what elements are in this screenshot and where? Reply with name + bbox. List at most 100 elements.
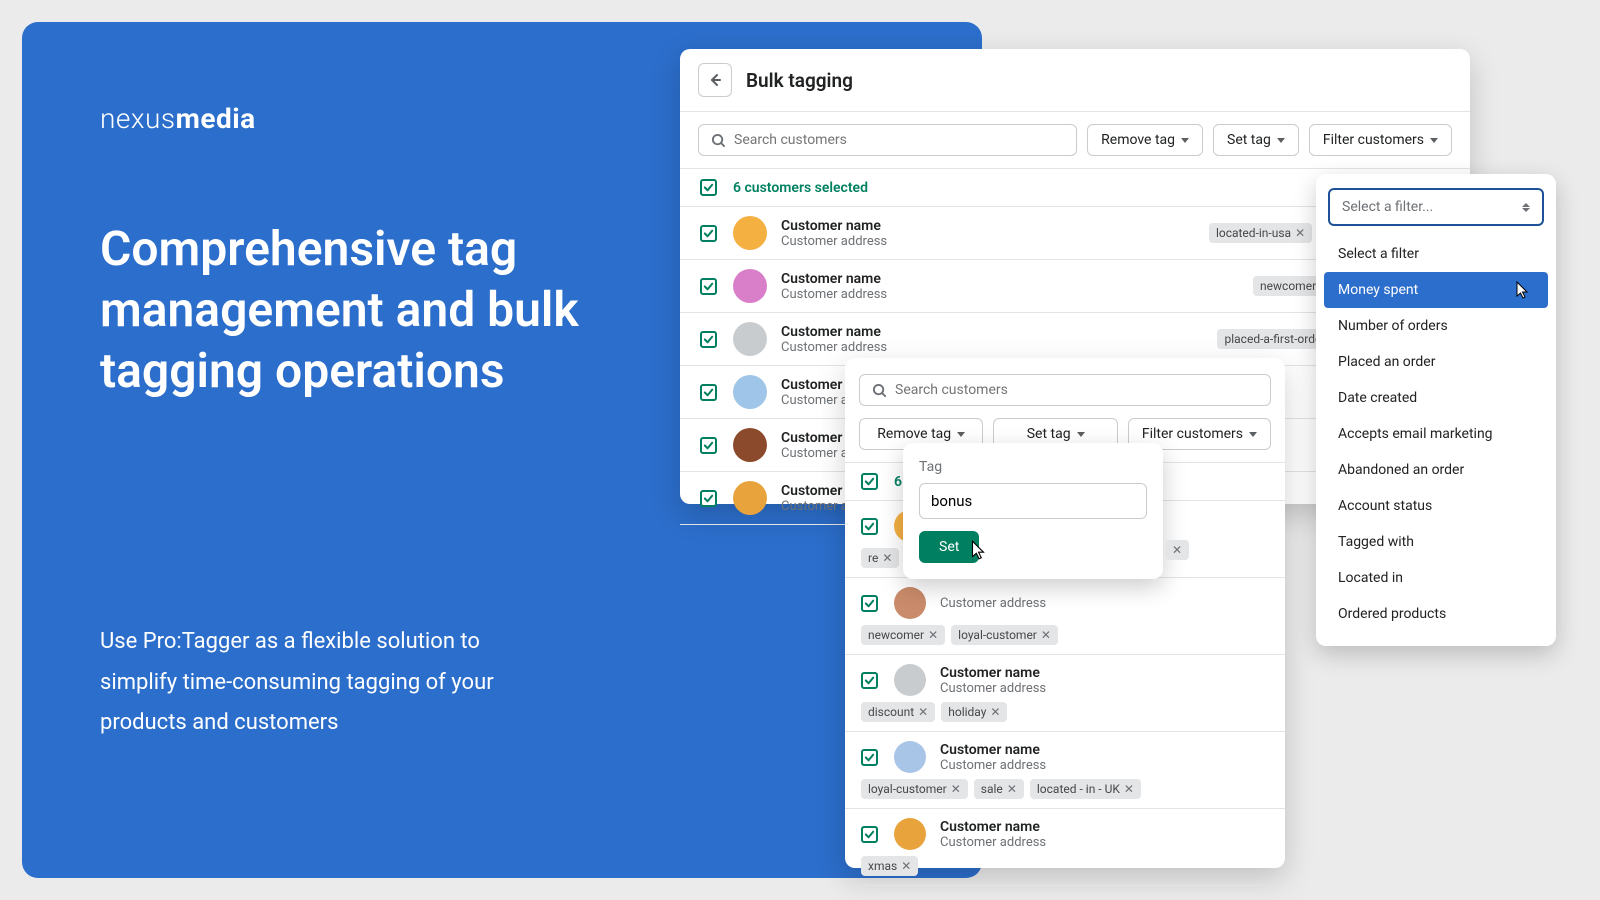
avatar — [733, 269, 767, 303]
customer-name: Customer name — [940, 665, 1269, 681]
set-button[interactable]: Set — [919, 531, 979, 563]
filter-option[interactable]: Number of orders — [1324, 308, 1548, 344]
row-checkbox[interactable] — [700, 437, 717, 454]
popover-label: Tag — [919, 459, 1147, 475]
tag-remove-icon[interactable]: ✕ — [951, 782, 961, 796]
filter-option[interactable]: Date created — [1324, 380, 1548, 416]
tag-remove-icon[interactable]: ✕ — [1041, 628, 1051, 642]
select-all-checkbox[interactable] — [861, 473, 878, 490]
filter-option[interactable]: Placed an order — [1324, 344, 1548, 380]
customer-address: Customer address — [781, 287, 1253, 302]
customer-info: Customer nameCustomer address — [940, 742, 1269, 773]
tag-remove-icon[interactable]: ✕ — [928, 628, 938, 642]
tag-remove-icon[interactable]: ✕ — [918, 705, 928, 719]
back-button[interactable] — [698, 63, 732, 97]
search-icon — [711, 133, 726, 148]
subhead: Use Pro:Tagger as a flexible solution to… — [100, 622, 560, 744]
tag-chip[interactable]: re ✕ — [861, 548, 899, 568]
set-tag-button[interactable]: Set tag — [1213, 124, 1299, 156]
row-checkbox[interactable] — [700, 225, 717, 242]
search-input[interactable] — [895, 382, 1258, 398]
row-checkbox[interactable] — [861, 826, 878, 843]
filter-customers-button[interactable]: Filter customers — [1309, 124, 1452, 156]
customer-address: Customer address — [781, 234, 1209, 249]
tag-chip[interactable]: xmas ✕ — [861, 856, 918, 876]
arrow-left-icon — [707, 72, 723, 88]
customer-address: Customer address — [940, 758, 1269, 773]
tag-chip[interactable]: sale ✕ — [974, 779, 1024, 799]
row-checkbox[interactable] — [700, 331, 717, 348]
table-row: Customer nameCustomer addressdiscount ✕h… — [845, 655, 1285, 732]
tag-remove-icon[interactable]: ✕ — [1295, 226, 1305, 240]
search-input-wrap[interactable] — [698, 124, 1077, 156]
filter-option[interactable]: Account status — [1324, 488, 1548, 524]
tag-chip[interactable]: ✕ — [1165, 540, 1189, 560]
filter-option[interactable]: Abandoned an order — [1324, 452, 1548, 488]
tag-list: newcomer ✕ loyal-customer ✕ — [861, 625, 1269, 645]
tag-chip[interactable]: loyal-customer ✕ — [951, 625, 1058, 645]
tag-remove-icon[interactable]: ✕ — [901, 859, 911, 873]
avatar — [733, 322, 767, 356]
search-input[interactable] — [734, 132, 1064, 148]
filter-option[interactable]: Located in — [1324, 560, 1548, 596]
select-all-checkbox[interactable] — [700, 179, 717, 196]
chevron-down-icon — [1181, 138, 1189, 143]
bulk-tagging-card-secondary: Remove tag Set tag Filter customers 6 c … — [845, 358, 1285, 868]
customer-info: Customer address — [940, 596, 1269, 611]
avatar — [733, 216, 767, 250]
tag-remove-icon[interactable]: ✕ — [1172, 543, 1182, 557]
row-checkbox[interactable] — [700, 384, 717, 401]
tag-chip[interactable]: loyal-customer ✕ — [861, 779, 968, 799]
filter-select[interactable]: Select a filter... — [1328, 188, 1544, 226]
tag-remove-icon[interactable]: ✕ — [1124, 782, 1134, 796]
tag-input[interactable] — [919, 483, 1147, 519]
cursor-icon — [1512, 280, 1532, 300]
table-row: Customer nameCustomer address xmas ✕ — [845, 809, 1285, 886]
filter-dropdown: Select a filter... Select a filterMoney … — [1316, 174, 1556, 646]
selection-count: 6 customers selected — [733, 180, 868, 196]
tag-list: discount ✕ holiday ✕ — [861, 702, 1269, 722]
row-checkbox[interactable] — [861, 595, 878, 612]
row-checkbox[interactable] — [700, 490, 717, 507]
tag-chip[interactable]: located-in-usa ✕ — [1209, 223, 1312, 243]
tag-remove-icon[interactable]: ✕ — [990, 705, 1000, 719]
chevron-down-icon — [957, 432, 965, 437]
remove-tag-button[interactable]: Remove tag — [1087, 124, 1203, 156]
customer-name: Customer name — [781, 218, 1209, 234]
filter-option[interactable]: Ordered products — [1324, 596, 1548, 632]
filter-option[interactable]: Accepts email marketing — [1324, 416, 1548, 452]
tag-list: loyal-customer ✕ sale ✕ located - in - UK … — [861, 779, 1269, 799]
filter-option[interactable]: Select a filter — [1324, 236, 1548, 272]
avatar — [894, 587, 926, 619]
customer-info: Customer nameCustomer address — [940, 819, 1269, 850]
tag-chip[interactable]: discount ✕ — [861, 702, 935, 722]
overflow-tag: ✕ — [1165, 540, 1189, 560]
customer-info: Customer nameCustomer address — [781, 271, 1253, 302]
row-checkbox[interactable] — [861, 672, 878, 689]
set-tag-popover: Tag Set — [903, 443, 1163, 579]
tag-chip[interactable]: holiday ✕ — [941, 702, 1007, 722]
chevron-down-icon — [1430, 138, 1438, 143]
row-checkbox[interactable] — [861, 749, 878, 766]
filter-option[interactable]: Tagged with — [1324, 524, 1548, 560]
avatar — [733, 375, 767, 409]
toolbar — [845, 358, 1285, 418]
customer-address: Customer address — [940, 596, 1269, 611]
row-checkbox[interactable] — [861, 518, 878, 535]
tag-chip[interactable]: located - in - UK ✕ — [1030, 779, 1141, 799]
avatar — [894, 741, 926, 773]
filter-option[interactable]: Money spent — [1324, 272, 1548, 308]
chevron-down-icon — [1249, 432, 1257, 437]
sort-icon — [1522, 203, 1530, 212]
search-input-wrap[interactable] — [859, 374, 1271, 406]
tag-chip[interactable]: newcomer ✕ — [861, 625, 945, 645]
tag-list: xmas ✕ — [861, 856, 1269, 876]
customer-name: Customer name — [781, 271, 1253, 287]
headline: Comprehensive tag management and bulk ta… — [100, 219, 580, 402]
tag-remove-icon[interactable]: ✕ — [1007, 782, 1017, 796]
customer-address: Customer address — [781, 340, 1217, 355]
row-checkbox[interactable] — [700, 278, 717, 295]
customer-info: Customer nameCustomer address — [781, 324, 1217, 355]
card-header: Bulk tagging — [680, 49, 1470, 112]
tag-remove-icon[interactable]: ✕ — [882, 551, 892, 565]
